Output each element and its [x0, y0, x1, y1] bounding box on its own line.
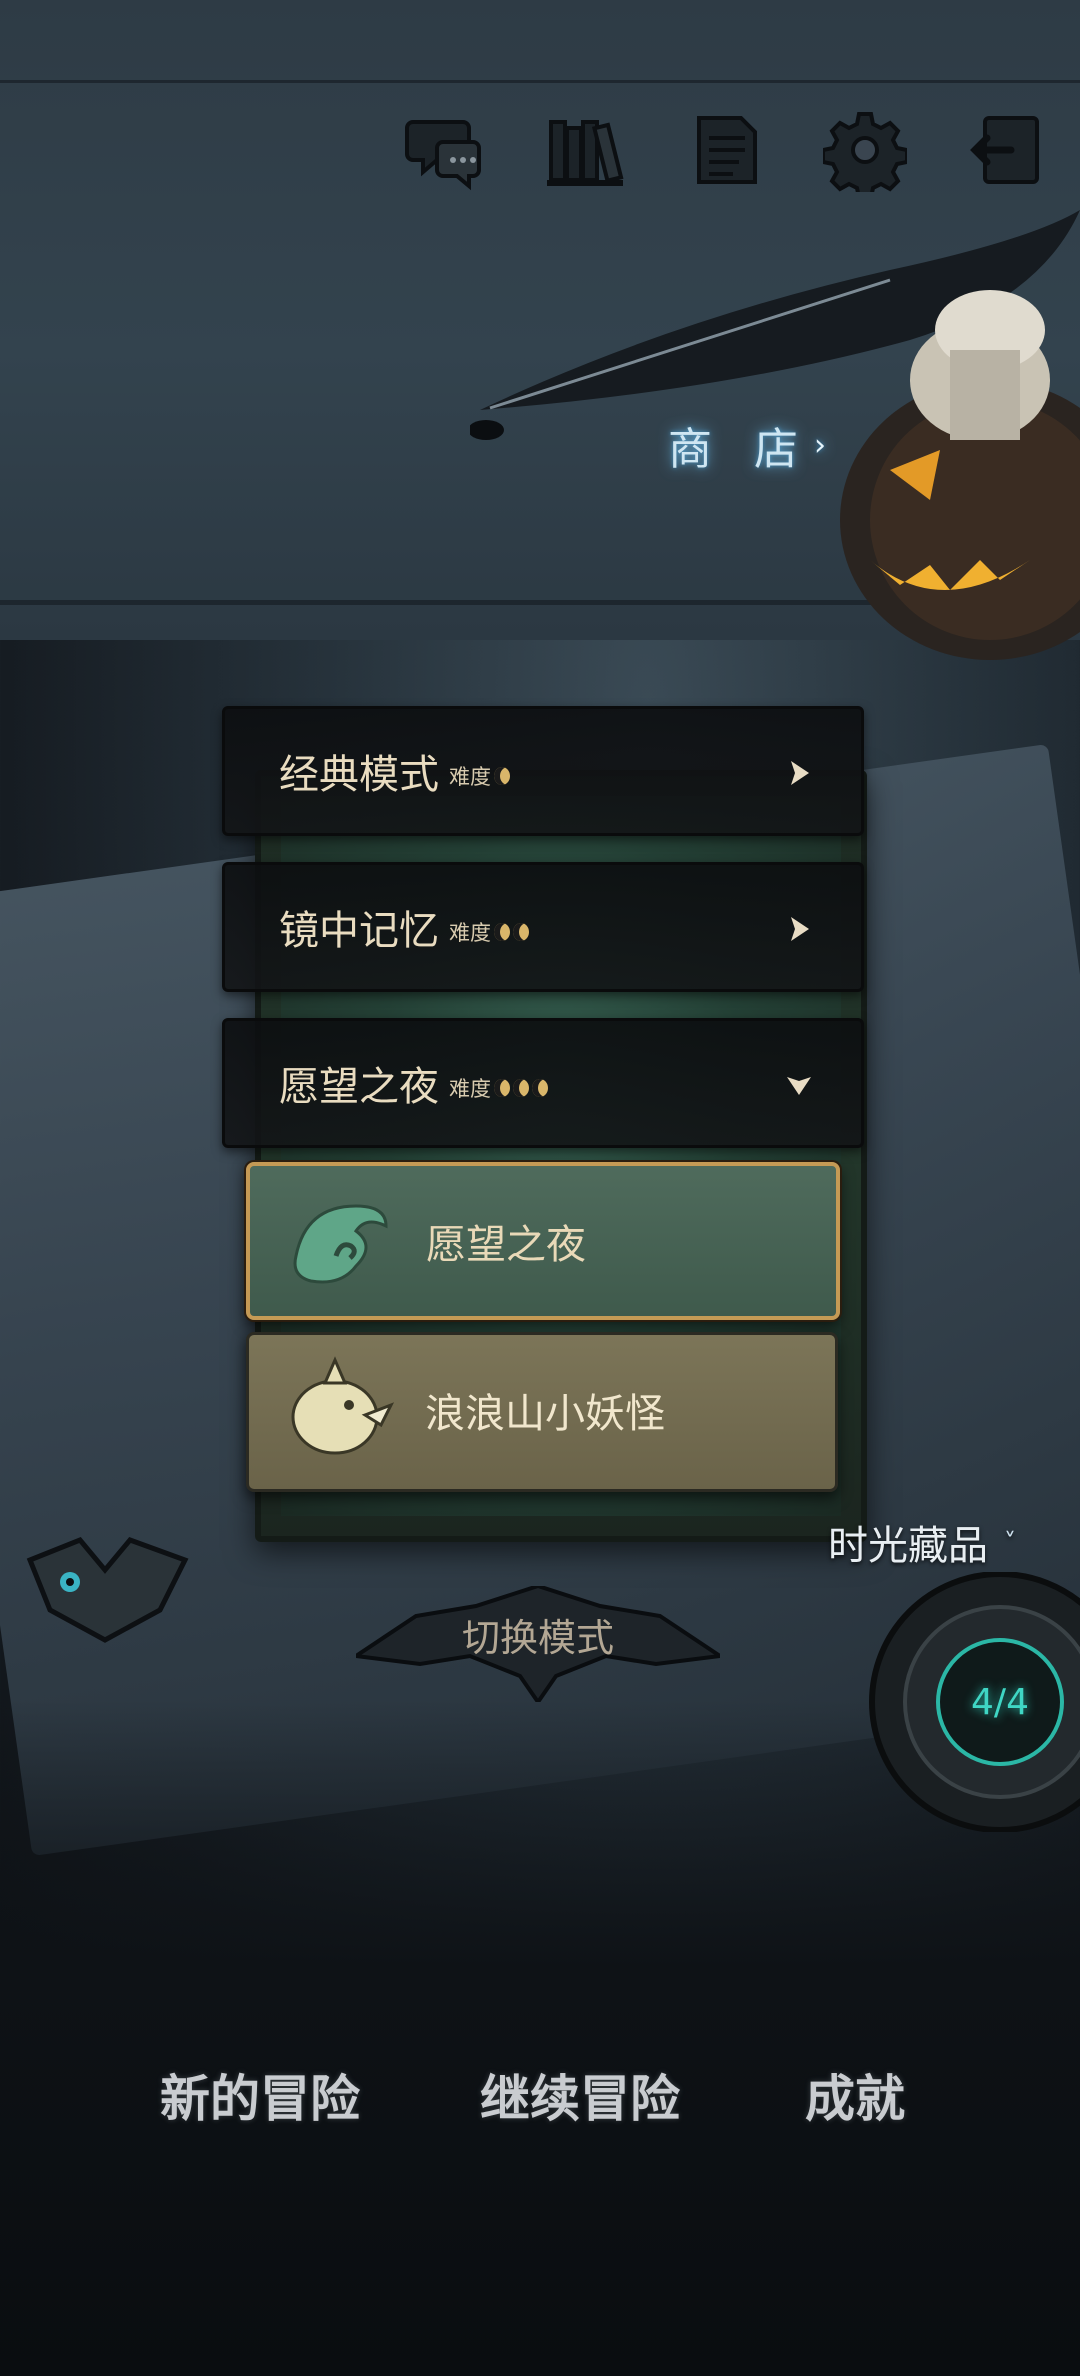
settings-button[interactable]	[820, 100, 910, 200]
achievements-button[interactable]: 成就	[805, 2040, 905, 2150]
continue-adventure-button[interactable]: 继续冒险	[480, 2040, 680, 2150]
switch-mode-label: 切换模式	[461, 1615, 614, 1660]
new-adventure-button[interactable]: 新的冒险	[160, 2040, 360, 2150]
top-toolbar	[400, 100, 1050, 200]
arrow-right-icon	[791, 917, 809, 941]
mode-wish-night[interactable]: 愿望之夜 难度	[222, 1018, 864, 1148]
moon-icon	[532, 1079, 548, 1097]
collection-label: 时光藏品	[828, 1523, 988, 1569]
moon-icon	[513, 923, 529, 941]
mode-classic[interactable]: 经典模式 难度	[222, 706, 864, 836]
settings-icon	[823, 112, 907, 192]
difficulty-label: 难度	[449, 765, 491, 789]
shop-label: 商 店	[668, 424, 812, 475]
chevron-right-icon: ›	[814, 427, 826, 463]
leaf-emblem-icon	[293, 1204, 388, 1284]
library-button[interactable]	[540, 100, 630, 200]
difficulty-label: 难度	[449, 1077, 491, 1101]
sub-option-wish-night[interactable]: 愿望之夜	[246, 1162, 840, 1320]
chat-button[interactable]	[400, 100, 490, 200]
collection-progress-dial[interactable]: 4/4	[850, 1571, 1080, 1833]
moon-icon	[494, 1079, 510, 1097]
arrow-down-icon	[787, 1077, 811, 1095]
mode-wish-night-title: 愿望之夜	[279, 1064, 439, 1110]
difficulty-indicator: 难度	[449, 1073, 548, 1103]
plank-line	[0, 80, 1080, 83]
switch-mode-button[interactable]: 切换模式	[356, 1586, 720, 1702]
difficulty-indicator: 难度	[449, 917, 529, 947]
notes-icon	[697, 116, 757, 184]
collection-button[interactable]: 时光藏品 ˅	[828, 1512, 1016, 1572]
moon-icon	[494, 767, 510, 785]
sub-option-little-monster[interactable]: 浪浪山小妖怪	[246, 1332, 838, 1492]
notes-button[interactable]	[680, 100, 770, 200]
difficulty-indicator: 难度	[449, 761, 510, 791]
mode-wish-night-name: 愿望之夜 难度	[279, 1021, 548, 1145]
moon-icon	[494, 923, 510, 941]
sub-option-label: 愿望之夜	[426, 1222, 586, 1268]
bat-emblem-illustration	[26, 1537, 189, 1643]
boar-emblem-icon	[291, 1356, 395, 1455]
sub-option-label: 浪浪山小妖怪	[425, 1391, 665, 1437]
chat-icon	[405, 120, 481, 191]
bottom-menu: 新的冒险 继续冒险 成就	[0, 2040, 1080, 2150]
progress-count: 4/4	[971, 1681, 1029, 1723]
chevron-down-icon: ˅	[1004, 1528, 1016, 1556]
mode-mirror-memory-name: 镜中记忆 难度	[279, 865, 529, 989]
difficulty-label: 难度	[449, 921, 491, 945]
mode-mirror-memory-title: 镜中记忆	[279, 908, 439, 954]
arrow-right-icon	[791, 761, 809, 785]
exit-button[interactable]	[960, 100, 1050, 200]
exit-icon	[970, 116, 1039, 184]
pumpkin-lantern-illustration	[840, 290, 1080, 660]
mode-classic-name: 经典模式 难度	[279, 709, 510, 833]
library-icon	[547, 120, 624, 186]
shop-button[interactable]: 商 店 ›	[668, 410, 826, 480]
mode-mirror-memory[interactable]: 镜中记忆 难度	[222, 862, 864, 992]
mode-classic-title: 经典模式	[279, 752, 439, 798]
moon-icon	[513, 1079, 529, 1097]
